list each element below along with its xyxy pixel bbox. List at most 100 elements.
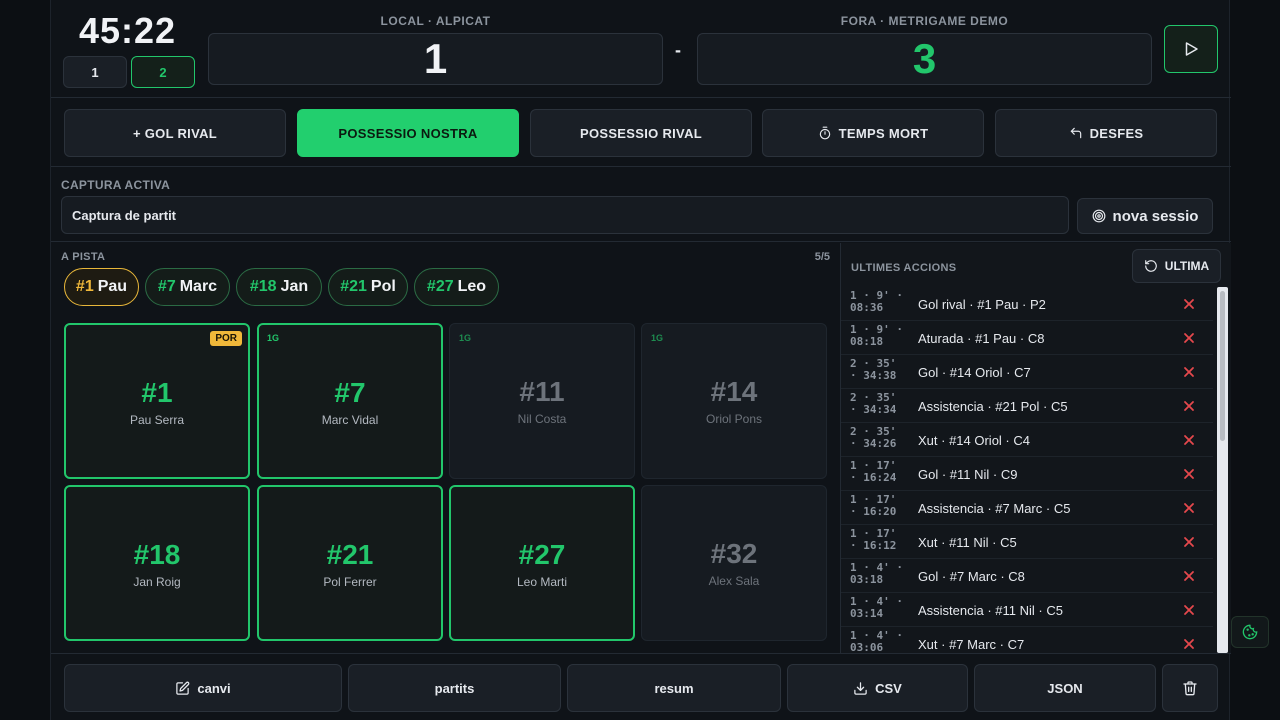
delete-entry-button[interactable] [1181, 602, 1197, 618]
away-team-label: FORA · METRIGAME DEMO [840, 14, 1009, 28]
log-time: 1 · 4' · 03:06 [850, 629, 903, 654]
refresh-icon [1144, 260, 1157, 272]
on-court-label: A PISTA [61, 251, 106, 263]
close-icon [1184, 537, 1194, 547]
on-court-chip[interactable]: #7 Marc [145, 268, 230, 306]
capture-input[interactable] [61, 196, 1069, 234]
action-log-panel: ULTIMES ACCIONS ULTIMA 1 · 9' · 08:36 Go… [840, 243, 1231, 653]
player-card[interactable]: 1G #14 Oriol Pons [641, 323, 827, 479]
undo-last-button[interactable]: ULTIMA [1132, 249, 1221, 283]
player-name: Jan Roig [133, 575, 181, 589]
delete-entry-button[interactable] [1181, 568, 1197, 584]
delete-entry-button[interactable] [1181, 636, 1197, 652]
export-csv-button[interactable]: CSV [787, 664, 968, 712]
close-icon [1184, 571, 1194, 581]
possessio-rival-button[interactable]: POSSESSIO RIVAL [530, 109, 752, 157]
player-name: Leo Marti [516, 575, 568, 589]
temps-mort-button[interactable]: TEMPS MORT [762, 109, 984, 157]
player-card[interactable]: #18 Jan Roig [64, 485, 250, 641]
chip-number: #7 [157, 278, 176, 295]
log-time: 1 · 4' · 03:18 [850, 561, 903, 586]
action-bar: + GOL RIVAL POSSESSIO NOSTRA POSSESSIO R… [51, 99, 1231, 167]
chip-number: #27 [426, 278, 454, 295]
desfes-button[interactable]: DESFES [995, 109, 1217, 157]
log-description: Gol rival · #1 Pau · P2 [918, 297, 1046, 312]
log-entry: 1 · 17' · 16:20 Assistencia · #7 Marc · … [841, 491, 1213, 525]
on-court-chip[interactable]: #18 Jan [236, 268, 322, 306]
action-log-title: ULTIMES ACCIONS [851, 262, 957, 274]
player-number: #18 [133, 539, 181, 570]
log-description: Xut · #7 Marc · C7 [918, 637, 1025, 652]
undo-icon [1070, 127, 1081, 139]
log-time: 1 · 17' · 16:12 [850, 527, 897, 552]
delete-entry-button[interactable] [1181, 364, 1197, 380]
player-card[interactable]: #32 Alex Sala [641, 485, 827, 641]
possessio-nostra-button[interactable]: POSSESSIO NOSTRA [297, 109, 519, 157]
log-description: Assistencia · #7 Marc · C5 [918, 501, 1071, 516]
chip-number: #1 [75, 278, 94, 295]
chip-name: Marc [179, 278, 218, 295]
json-label: JSON [1047, 680, 1083, 696]
close-icon [1184, 605, 1194, 615]
delete-entry-button[interactable] [1181, 330, 1197, 346]
log-entry: 1 · 9' · 08:18 Aturada · #1 Pau · C8 [841, 321, 1213, 355]
delete-entry-button[interactable] [1181, 500, 1197, 516]
close-icon [1184, 639, 1194, 649]
trash-icon [1183, 681, 1197, 696]
partits-button[interactable]: partits [348, 664, 561, 712]
chip-name: Jan [280, 278, 309, 295]
cookie-icon [1242, 624, 1258, 640]
on-court-chip[interactable]: #21 Pol [328, 268, 408, 306]
log-time: 2 · 35' · 34:34 [850, 391, 897, 416]
delete-button[interactable] [1162, 664, 1218, 712]
on-court-chip[interactable]: #27 Leo [414, 268, 499, 306]
export-json-button[interactable]: JSON [974, 664, 1156, 712]
gol-rival-button[interactable]: + GOL RIVAL [64, 109, 286, 157]
delete-entry-button[interactable] [1181, 398, 1197, 414]
delete-entry-button[interactable] [1181, 296, 1197, 312]
player-card[interactable]: 1G #11 Nil Costa [449, 323, 635, 479]
player-number: #11 [519, 376, 565, 407]
gol-rival-label: + GOL RIVAL [132, 125, 218, 141]
target-icon [1092, 209, 1105, 223]
log-description: Aturada · #1 Pau · C8 [918, 331, 1045, 346]
player-card[interactable]: #27 Leo Marti [449, 485, 635, 641]
log-description: Gol · #11 Nil · C9 [918, 467, 1018, 482]
play-icon [1185, 42, 1198, 56]
on-court-chip[interactable]: #1 Pau [64, 268, 139, 306]
player-number: #1 [141, 377, 173, 408]
goals-badge: 1G [267, 333, 280, 343]
half-1-button[interactable]: 1 [63, 56, 127, 88]
resum-button[interactable]: resum [567, 664, 781, 712]
half-2-button[interactable]: 2 [131, 56, 195, 88]
cookie-settings-button[interactable] [1231, 616, 1269, 648]
player-card[interactable]: 1G #7 Marc Vidal [257, 323, 443, 479]
possessio-rival-label: POSSESSIO RIVAL [579, 125, 702, 141]
player-card[interactable]: POR #1 Pau Serra [64, 323, 250, 479]
close-icon [1184, 435, 1194, 445]
log-scrollbar[interactable] [1217, 287, 1228, 653]
canvi-button[interactable]: canvi [64, 664, 342, 712]
download-icon [854, 681, 867, 695]
log-description: Gol · #7 Marc · C8 [918, 569, 1025, 584]
player-card[interactable]: #21 Pol Ferrer [257, 485, 443, 641]
chip-number: #21 [340, 278, 367, 295]
player-number: #32 [710, 538, 758, 569]
log-description: Xut · #11 Nil · C5 [918, 535, 1017, 550]
capture-section: CAPTURA ACTIVA nova sessio [51, 168, 1231, 242]
log-description: Gol · #14 Oriol · C7 [918, 365, 1031, 380]
log-description: Assistencia · #21 Pol · C5 [918, 399, 1068, 414]
chip-name: Leo [457, 278, 487, 295]
delete-entry-button[interactable] [1181, 534, 1197, 550]
player-number: #14 [710, 376, 758, 407]
log-scrollbar-thumb[interactable] [1220, 291, 1225, 441]
edit-icon [176, 681, 190, 695]
delete-entry-button[interactable] [1181, 432, 1197, 448]
new-session-button[interactable]: nova sessio [1077, 198, 1213, 234]
play-button[interactable] [1164, 25, 1218, 73]
log-entry: 1 · 4' · 03:18 Gol · #7 Marc · C8 [841, 559, 1213, 593]
delete-entry-button[interactable] [1181, 466, 1197, 482]
log-time: 1 · 9' · 08:36 [850, 289, 903, 314]
player-name: Pau Serra [129, 413, 185, 427]
scoreboard-header: 45:22 1 2 LOCAL · ALPICAT FORA · METRIGA… [51, 0, 1231, 98]
